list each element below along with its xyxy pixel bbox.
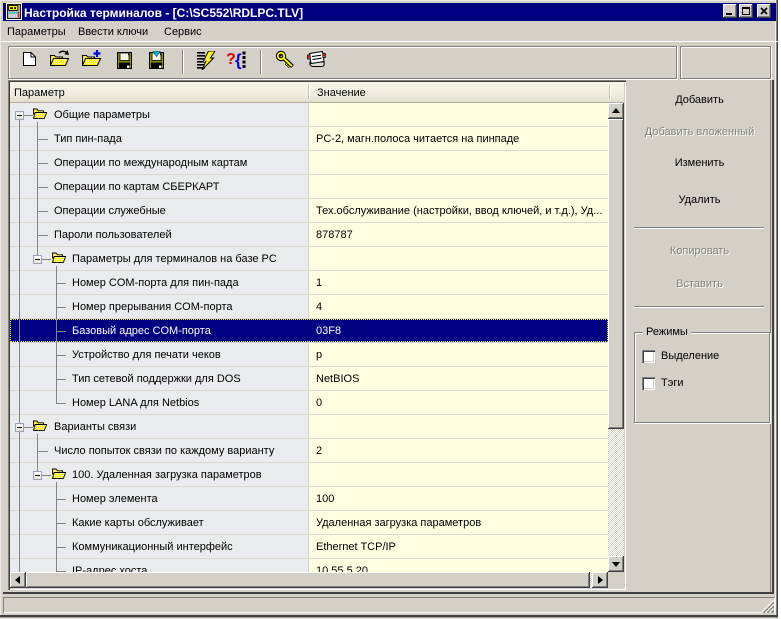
svg-text:{: { bbox=[235, 51, 242, 70]
